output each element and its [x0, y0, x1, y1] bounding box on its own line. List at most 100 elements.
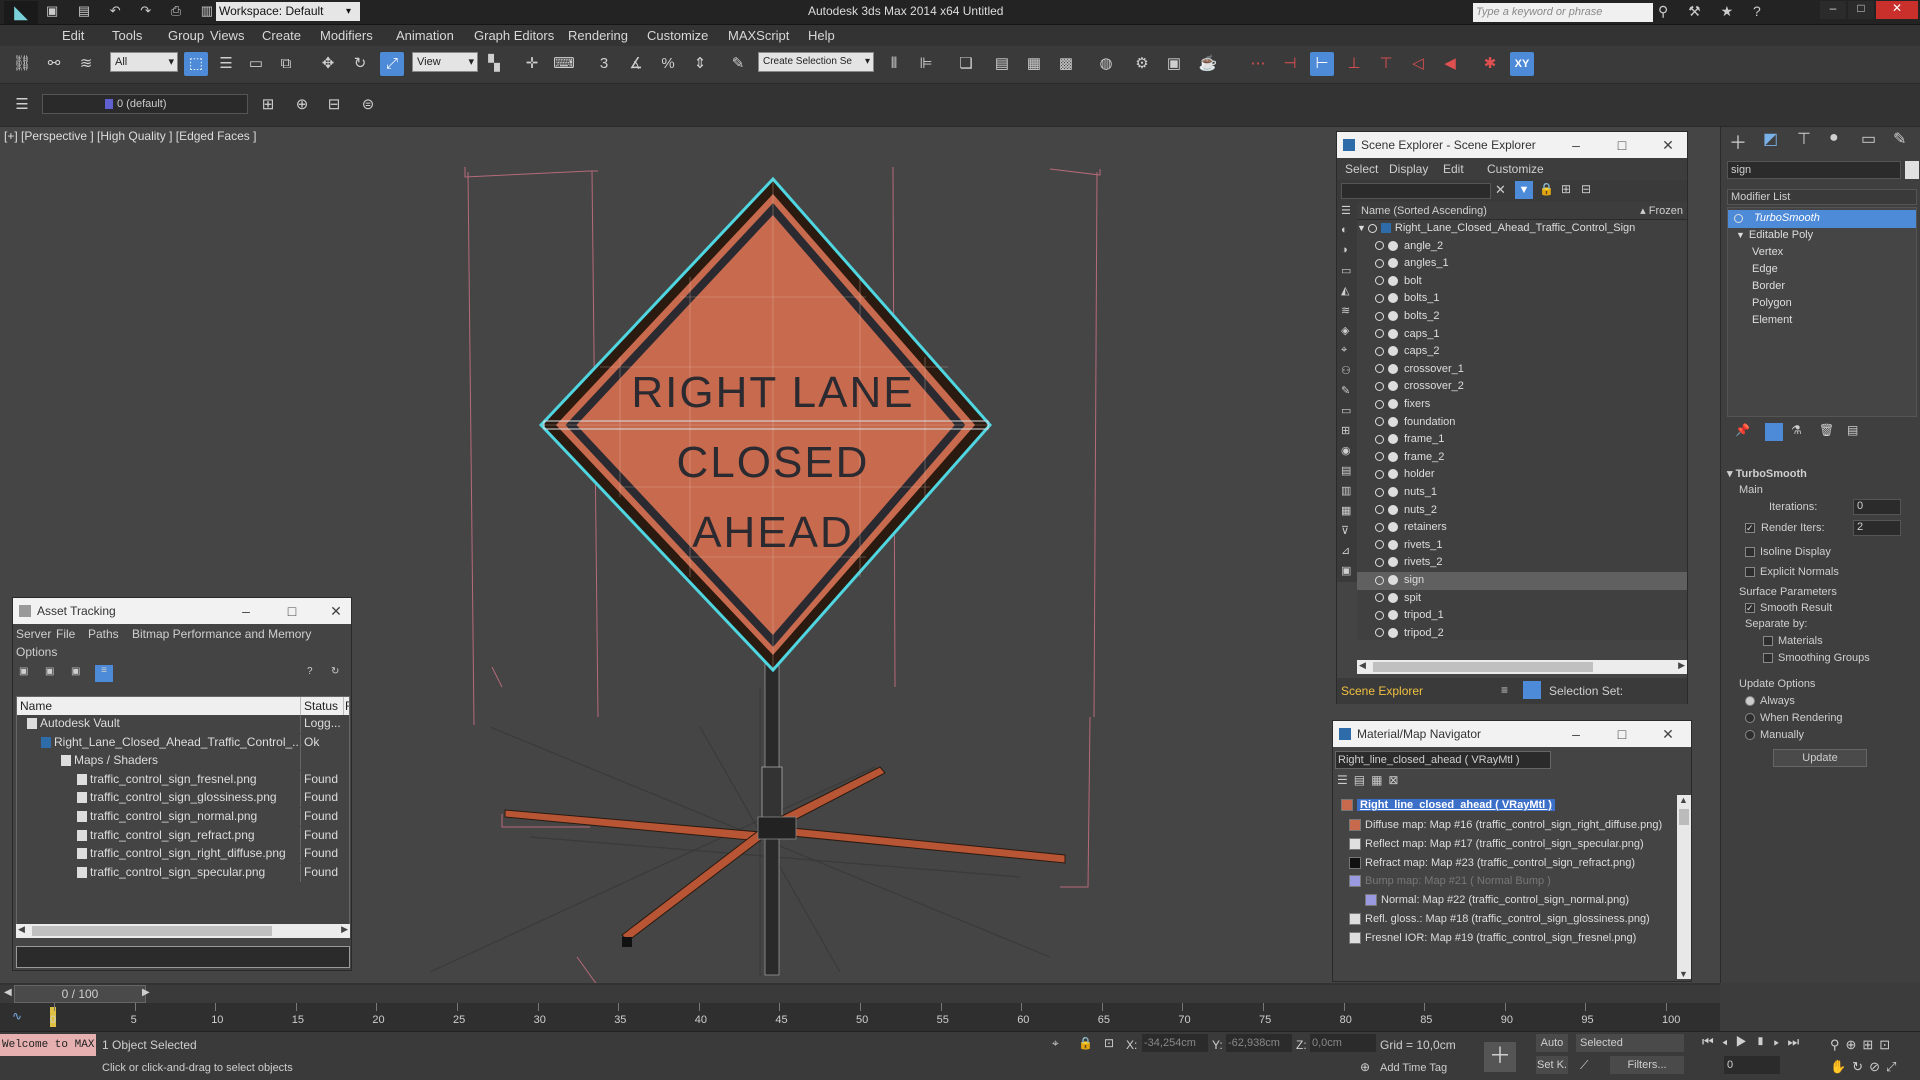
menu-animation[interactable]: Animation: [396, 28, 454, 43]
app-logo-icon[interactable]: ◣: [4, 1, 38, 24]
key-mode-icon[interactable]: ＋: [1484, 1042, 1516, 1072]
render-setup-icon[interactable]: ⚙: [1130, 52, 1154, 76]
layer-add-icon[interactable]: ⊞: [256, 93, 280, 117]
asset-row[interactable]: traffic_control_sign_right_diffuse.png Fo…: [17, 845, 349, 864]
modifier-stack-item[interactable]: Border: [1728, 278, 1916, 296]
isolate-icon[interactable]: ⌖: [1052, 1036, 1059, 1051]
motion-tab-icon[interactable]: ●: [1829, 129, 1839, 147]
visibility-eye-icon[interactable]: [1375, 487, 1384, 497]
asset-menu-item[interactable]: Paths: [88, 627, 119, 641]
scene-root-item[interactable]: ▼ Right_Lane_Closed_Ahead_Traffic_Control…: [1357, 220, 1687, 238]
pin-stack-icon[interactable]: 📌: [1735, 423, 1750, 437]
when-rendering-radio[interactable]: [1745, 713, 1755, 724]
visibility-eye-icon[interactable]: [1375, 311, 1384, 321]
object-color-swatch[interactable]: [1905, 161, 1919, 179]
scroll-thumb[interactable]: [1373, 662, 1593, 672]
view-mode-icons[interactable]: ☰▤▦⊠: [1337, 773, 1405, 787]
curve-editor-mini-icon[interactable]: ∿: [12, 1009, 22, 1023]
unlink-icon[interactable]: ⚯: [42, 52, 66, 76]
slider-next-icon[interactable]: ▶: [142, 987, 150, 998]
select-object-icon[interactable]: ⬚: [184, 52, 208, 76]
scroll-up-icon[interactable]: ▲: [1679, 795, 1688, 805]
scene-object-item[interactable]: tripod_1: [1357, 607, 1687, 625]
x-coordinate-field[interactable]: -34,254cm: [1142, 1034, 1208, 1052]
maxscript-listener[interactable]: Welcome to MAX: [0, 1034, 96, 1056]
asset-options-menu[interactable]: Options: [16, 645, 57, 659]
percent-snap-icon[interactable]: %: [656, 52, 680, 76]
asset-menu-item[interactable]: Bitmap Performance and Memory: [132, 627, 311, 641]
filter-toggle-icon[interactable]: ◉: [1341, 444, 1351, 457]
scene-object-item[interactable]: holder: [1357, 466, 1687, 484]
hierarchy-icon[interactable]: ⊞: [1561, 182, 1571, 196]
collapse-icon[interactable]: ▾: [1727, 468, 1736, 480]
utilities-tab-icon[interactable]: ✎: [1893, 129, 1906, 149]
timeline-ruler[interactable]: ∿ 0 5 10 15 20 25 30 35 40 45 50 55 60 65 70 75 80 85 90 95…: [0, 1003, 1720, 1031]
list-view-icon[interactable]: ≡: [95, 665, 113, 682]
bind-spacewarp-icon[interactable]: ≋: [74, 52, 98, 76]
maximize-icon[interactable]: □: [1607, 132, 1637, 158]
menu-help[interactable]: Help: [808, 28, 835, 43]
visibility-eye-icon[interactable]: [1375, 469, 1384, 479]
visibility-eye-icon[interactable]: [1375, 258, 1384, 268]
select-by-name-icon[interactable]: ☰: [214, 52, 238, 76]
scene-object-item[interactable]: fixers: [1357, 396, 1687, 414]
iterations-spinner[interactable]: 0: [1853, 499, 1901, 515]
asset-row[interactable]: Autodesk Vault Logg...: [17, 715, 349, 733]
se-menu-customize[interactable]: Customize: [1487, 162, 1544, 176]
time-slider-thumb[interactable]: 0 / 100: [14, 985, 146, 1003]
close-icon[interactable]: ✕: [1653, 132, 1683, 158]
playback-controls[interactable]: ⏮◂▶▮▸⏭: [1702, 1034, 1807, 1050]
menu-customize[interactable]: Customize: [647, 28, 708, 43]
material-map-item[interactable]: Refl. gloss.: Map #18 (traffic_control_s…: [1349, 911, 1650, 929]
clear-filter-icon[interactable]: ✕: [1495, 182, 1506, 198]
visibility-eye-icon[interactable]: [1375, 505, 1384, 515]
remove-modifier-icon[interactable]: 🗑: [1819, 423, 1834, 437]
visibility-eye-icon[interactable]: [1375, 540, 1384, 550]
visibility-eye-icon[interactable]: [1375, 610, 1384, 620]
visibility-eye-icon[interactable]: [1375, 346, 1384, 356]
visibility-eye-icon[interactable]: [1367, 223, 1377, 233]
scroll-down-icon[interactable]: ▼: [1679, 969, 1688, 979]
window-controls[interactable]: – □ ✕: [1820, 1, 1920, 21]
material-name-field[interactable]: Right_line_closed_ahead ( VRayMtl ): [1335, 751, 1551, 769]
scene-object-item[interactable]: angles_1: [1357, 255, 1687, 273]
scene-object-item[interactable]: rivets_2: [1357, 554, 1687, 572]
asset-tracking-window[interactable]: Asset Tracking – □ ✕ Server File Paths Bitm…: [12, 597, 352, 971]
menu-views[interactable]: Views: [210, 28, 244, 43]
align-icon[interactable]: ⊫: [914, 52, 938, 76]
filter-toggle-icon[interactable]: ⊞: [1341, 424, 1350, 437]
create-tab-icon[interactable]: ＋: [1729, 129, 1747, 155]
menu-create[interactable]: Create: [262, 28, 301, 43]
close-icon[interactable]: ✕: [1876, 1, 1918, 19]
layer-highlight-icon[interactable]: ⊜: [356, 93, 380, 117]
layer-manager-icon[interactable]: ❏: [954, 52, 978, 76]
filter-toggle-icon[interactable]: ◭: [1341, 284, 1349, 297]
visibility-eye-icon[interactable]: [1375, 628, 1384, 638]
modifier-stack-item[interactable]: TurboSmooth: [1728, 210, 1916, 228]
snaps-toggle-icon[interactable]: 3: [592, 52, 616, 76]
search-box[interactable]: Type a keyword or phrase: [1473, 3, 1653, 22]
constraint-icon[interactable]: ⋯: [1246, 52, 1270, 76]
modifier-list-dropdown[interactable]: Modifier List: [1727, 189, 1917, 205]
scene-object-item[interactable]: angle_2: [1357, 238, 1687, 256]
material-root[interactable]: Right_line_closed_ahead ( VRayMtl ): [1341, 797, 1555, 815]
minimize-icon[interactable]: –: [231, 598, 261, 624]
filter-toggle-icon[interactable]: ◈: [1341, 324, 1349, 337]
manually-radio[interactable]: [1745, 730, 1755, 741]
slider-prev-icon[interactable]: ◀: [4, 987, 12, 998]
modifier-stack-item[interactable]: Vertex: [1728, 244, 1916, 262]
isoline-checkbox[interactable]: [1745, 547, 1755, 558]
column-frozen-header[interactable]: ▴ Frozen: [1640, 202, 1683, 220]
column-extra-header[interactable]: F: [343, 697, 349, 715]
visibility-eye-icon[interactable]: [1375, 399, 1384, 409]
layer-icon[interactable]: ⊟: [1581, 182, 1591, 196]
material-map-item[interactable]: Normal: Map #22 (traffic_control_sign_no…: [1365, 892, 1629, 910]
rotate-icon[interactable]: ↻: [348, 52, 372, 76]
object-name-field[interactable]: sign: [1727, 161, 1901, 179]
asset-menu-item[interactable]: File: [56, 627, 75, 641]
constraint-mode-icon[interactable]: ✱: [1478, 52, 1502, 76]
visibility-eye-icon[interactable]: [1375, 381, 1384, 391]
filter-toggle-icon[interactable]: ≋: [1341, 304, 1350, 317]
scroll-right-icon[interactable]: ▶: [341, 924, 348, 935]
smoothing-groups-checkbox[interactable]: [1763, 653, 1773, 664]
